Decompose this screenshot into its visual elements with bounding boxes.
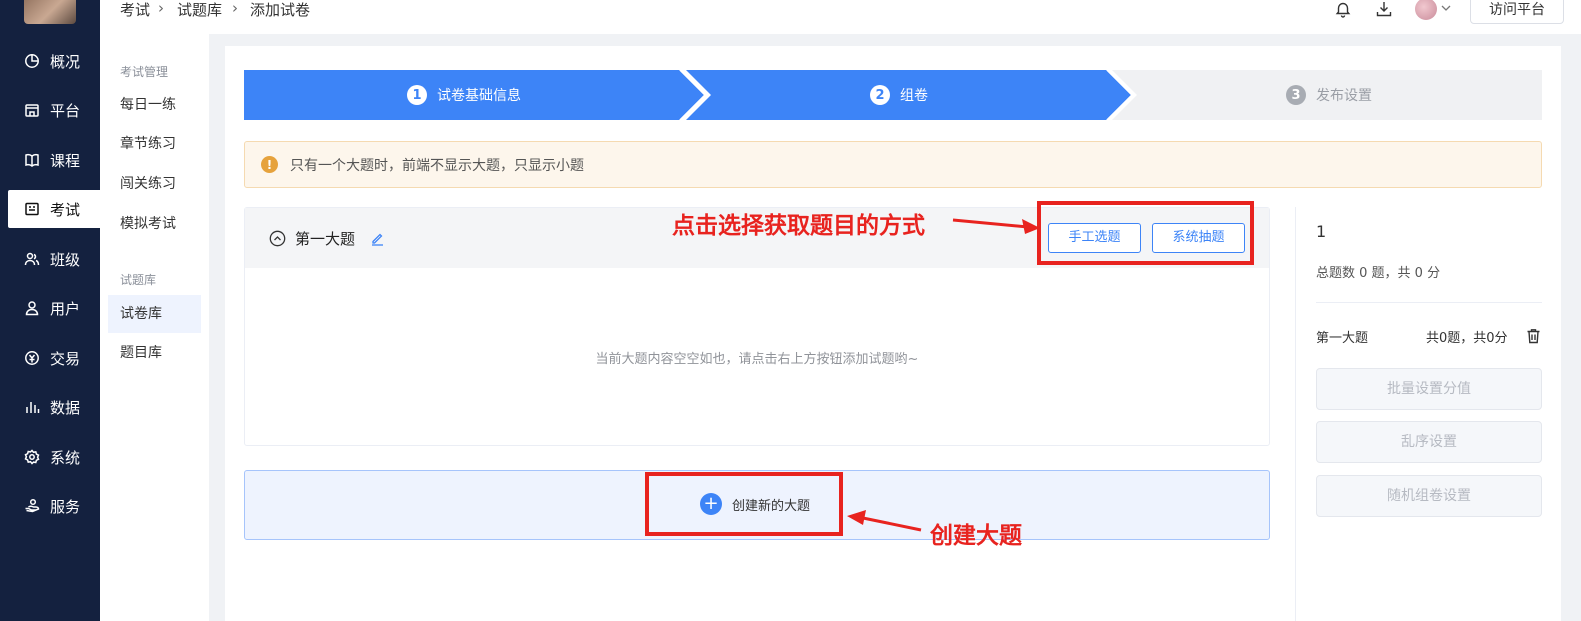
sidebar-item-platform[interactable]: 平台 — [8, 91, 100, 129]
subnav-item-mock-exam[interactable]: 模拟考试 — [108, 205, 201, 243]
alert-text: 只有一个大题时，前端不显示大题，只显示小题 — [290, 157, 584, 174]
main-sidebar: 概况 平台 课程 考试 班级 用户 交易 数据 系统 服务 — [0, 0, 100, 621]
sidebar-item-label: 服务 — [50, 497, 81, 516]
section-title: 第一大题 — [295, 230, 356, 248]
section-row-title: 第一大题 — [1316, 331, 1369, 346]
warning-icon: ! — [261, 156, 278, 173]
sidebar-item-label: 用户 — [50, 299, 81, 318]
step-basic-info[interactable]: 1 试卷基础信息 — [244, 70, 684, 120]
random-compose-button[interactable]: 随机组卷设置 — [1316, 475, 1542, 517]
sidebar-item-label: 交易 — [50, 349, 81, 368]
service-icon — [23, 497, 41, 515]
edit-icon[interactable] — [370, 231, 385, 246]
sidebar-item-class[interactable]: 班级 — [8, 240, 100, 278]
step-number: 1 — [407, 85, 427, 105]
download-icon[interactable] — [1375, 0, 1393, 18]
pie-chart-icon — [23, 52, 41, 70]
user-icon — [23, 299, 41, 317]
subnav-group-title: 考试管理 — [120, 65, 169, 79]
info-alert: ! 只有一个大题时，前端不显示大题，只显示小题 — [244, 141, 1542, 188]
breadcrumb-exam[interactable]: 考试 — [120, 0, 150, 20]
subnav-item-chapter-practice[interactable]: 章节练习 — [108, 125, 201, 163]
step-label: 组卷 — [900, 88, 928, 104]
annotation-arrow-right — [952, 218, 1040, 234]
step-number: 2 — [870, 85, 890, 105]
chevron-down-icon[interactable] — [1440, 0, 1452, 18]
annotation-box-select-method — [1037, 201, 1254, 265]
step-number: 3 — [1286, 85, 1306, 105]
step-compose[interactable]: 2 组卷 — [684, 70, 1114, 120]
sub-navigation: 考试管理 每日一练 章节练习 闯关练习 模拟考试 试题库 试卷库 题目库 — [100, 0, 209, 621]
sidebar-item-service[interactable]: 服务 — [8, 487, 100, 525]
total-summary: 总题数 0 题，共 0 分 — [1316, 266, 1441, 281]
brand-avatar[interactable] — [24, 0, 76, 24]
sidebar-item-label: 数据 — [50, 398, 81, 417]
step-label: 发布设置 — [1316, 88, 1372, 104]
sidebar-item-label: 课程 — [50, 151, 81, 170]
exam-icon — [23, 200, 41, 218]
top-header: 考试 › 试题库 › 添加试卷 访问平台 — [100, 0, 1581, 34]
annotation-text-create-section: 创建大题 — [930, 522, 1022, 549]
subnav-item-level-practice[interactable]: 闯关练习 — [108, 165, 201, 203]
sidebar-item-user[interactable]: 用户 — [8, 289, 100, 327]
book-icon — [23, 151, 41, 169]
sidebar-item-overview[interactable]: 概况 — [8, 42, 100, 80]
batch-score-button[interactable]: 批量设置分值 — [1316, 368, 1542, 410]
subnav-item-paper-bank[interactable]: 试卷库 — [108, 295, 201, 333]
step-label: 试卷基础信息 — [437, 88, 521, 104]
sidebar-item-exam[interactable]: 考试 — [8, 190, 100, 228]
annotation-arrow-left — [847, 510, 922, 532]
bell-icon[interactable] — [1334, 0, 1352, 18]
annotation-text-select-method: 点击选择获取题目的方式 — [672, 212, 925, 239]
sidebar-item-label: 系统 — [50, 448, 81, 467]
subnav-group-title: 试题库 — [120, 273, 157, 287]
chevron-right-icon: › — [158, 0, 164, 17]
breadcrumb-question-bank[interactable]: 试题库 — [177, 0, 222, 20]
annotation-box-create-section — [645, 472, 843, 536]
user-avatar[interactable] — [1415, 0, 1437, 20]
visit-platform-button[interactable]: 访问平台 — [1470, 0, 1564, 24]
section-count: 1 — [1316, 222, 1327, 241]
sidebar-item-label: 班级 — [50, 250, 81, 269]
section-row-value: 共0题，共0分 — [1426, 331, 1508, 346]
bar-chart-icon — [23, 398, 41, 416]
chevron-right-icon: › — [232, 0, 238, 17]
right-summary-panel: 1 总题数 0 题，共 0 分 第一大题 共0题，共0分 批量设置分值 乱序设置… — [1295, 207, 1542, 621]
breadcrumb-add-paper: 添加试卷 — [250, 1, 311, 19]
sidebar-item-label: 平台 — [50, 101, 81, 120]
step-publish-settings[interactable]: 3 发布设置 — [1114, 70, 1544, 120]
gear-icon — [23, 448, 41, 466]
trash-icon[interactable] — [1526, 328, 1541, 344]
sidebar-item-data[interactable]: 数据 — [8, 388, 100, 426]
subnav-item-daily-practice[interactable]: 每日一练 — [108, 86, 201, 124]
subnav-item-question-bank[interactable]: 题目库 — [108, 334, 201, 372]
divider — [1316, 302, 1542, 303]
collapse-icon[interactable] — [269, 230, 286, 247]
empty-state-text: 当前大题内容空空如也，请点击右上方按钮添加试题哟~ — [595, 352, 919, 367]
sidebar-item-label: 概况 — [50, 52, 81, 71]
class-icon — [23, 250, 41, 268]
sidebar-item-trade[interactable]: 交易 — [8, 339, 100, 377]
sidebar-item-label: 考试 — [50, 200, 81, 219]
sidebar-item-system[interactable]: 系统 — [8, 438, 100, 476]
sidebar-item-course[interactable]: 课程 — [8, 141, 100, 179]
storefront-icon — [23, 101, 41, 119]
currency-icon — [23, 349, 41, 367]
shuffle-settings-button[interactable]: 乱序设置 — [1316, 421, 1542, 463]
